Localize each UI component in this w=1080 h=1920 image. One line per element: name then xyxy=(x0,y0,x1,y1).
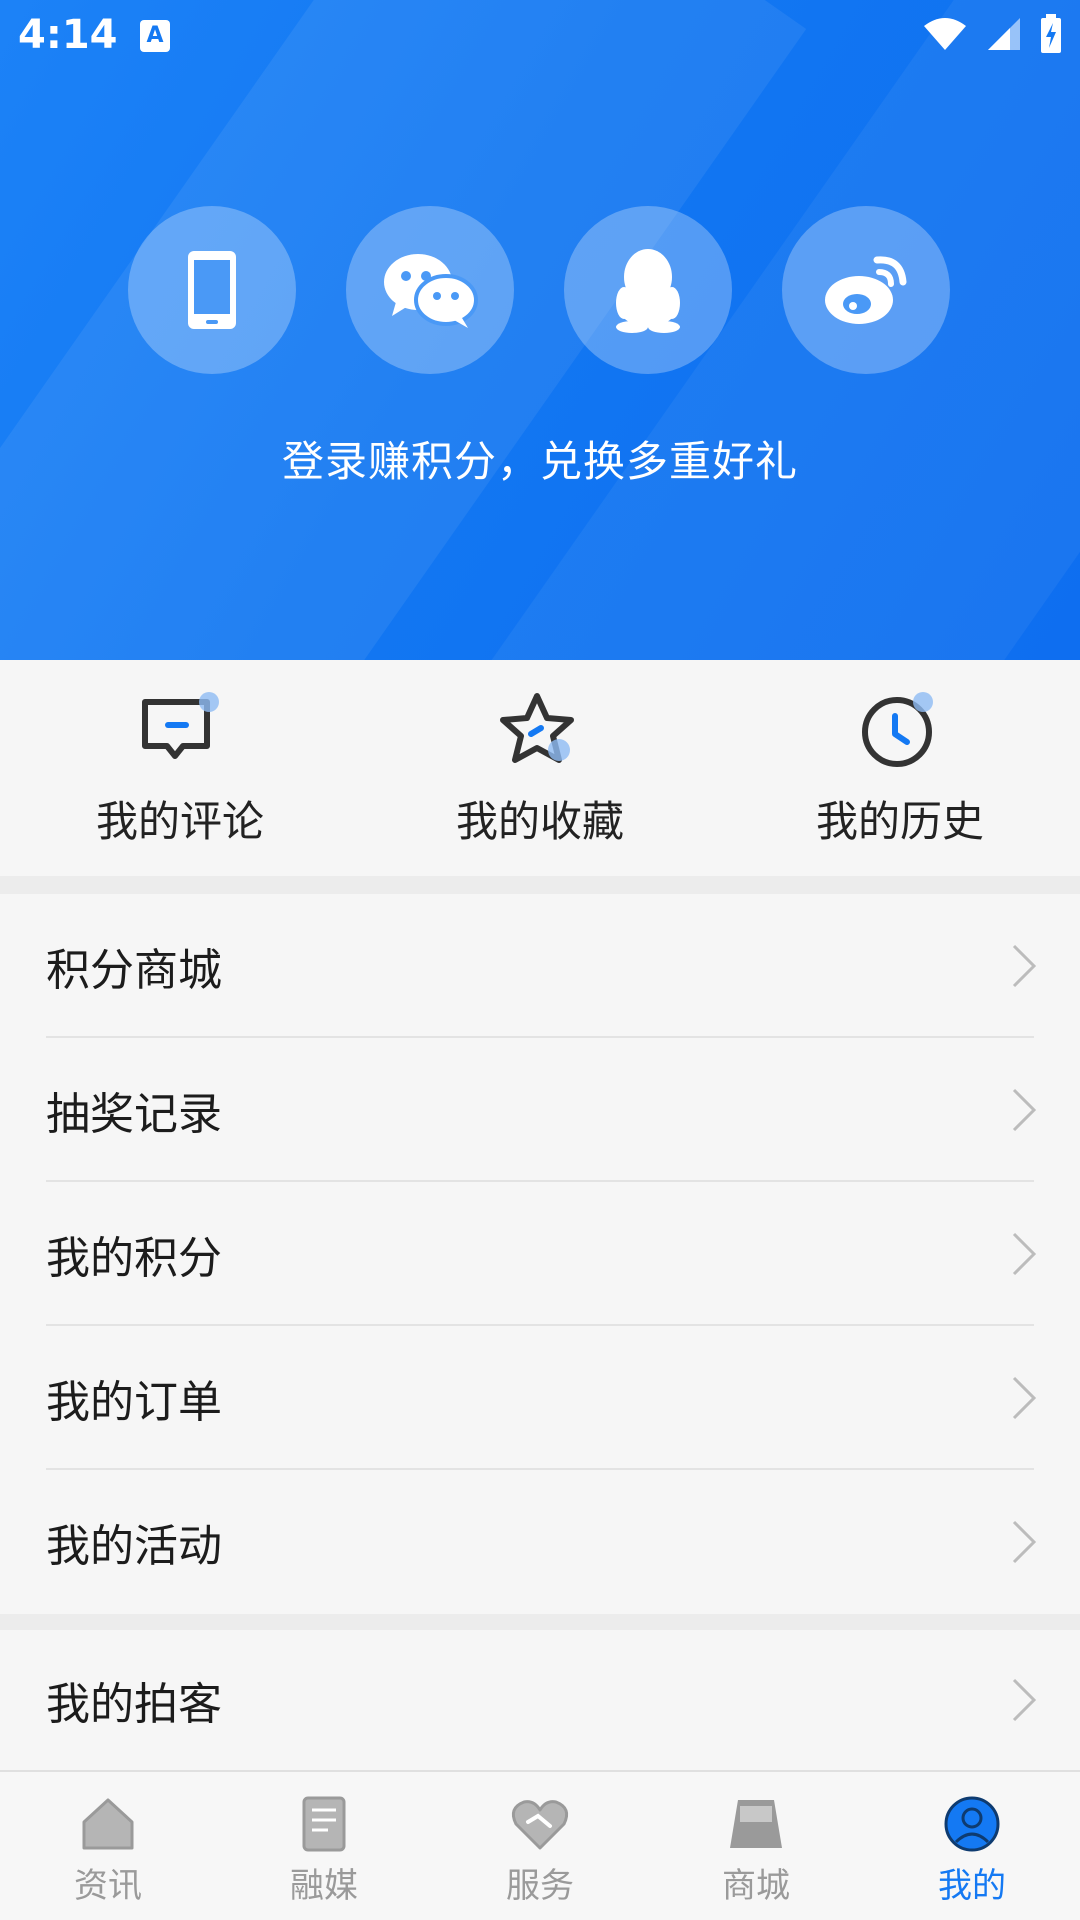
wifi-icon xyxy=(924,18,966,50)
qa-label: 我的评论 xyxy=(95,797,264,846)
login-options xyxy=(128,206,952,374)
menu-item-label: 抽奖记录 xyxy=(46,1089,222,1140)
menu-item-label: 我的活动 xyxy=(46,1521,222,1572)
notification-icon: A xyxy=(140,20,170,52)
tab-label: 我的 xyxy=(938,1866,1006,1906)
home-icon xyxy=(82,1798,134,1850)
tab-label: 融媒 xyxy=(290,1866,358,1906)
signal-icon xyxy=(988,18,1020,50)
chevron-right-icon xyxy=(1012,1232,1037,1276)
document-icon xyxy=(302,1796,346,1852)
qq-icon xyxy=(616,249,680,333)
my-comments-button[interactable]: 我的评论 xyxy=(0,690,360,860)
quick-actions: 我的评论 我的收藏 我的历史 xyxy=(0,660,1080,876)
phone-login-button[interactable] xyxy=(128,206,296,374)
menu-item-my-points[interactable]: 我的积分 xyxy=(0,1182,1080,1326)
tab-media[interactable]: 融媒 xyxy=(216,1772,432,1920)
my-history-button[interactable]: 我的历史 xyxy=(720,690,1080,860)
menu-item-lottery-records[interactable]: 抽奖记录 xyxy=(0,1038,1080,1182)
qa-label: 我的历史 xyxy=(815,797,984,846)
heart-icon xyxy=(511,1800,569,1850)
star-icon xyxy=(500,693,574,763)
shop-icon xyxy=(730,1800,782,1848)
wechat-icon xyxy=(384,254,478,328)
menu-item-label: 我的订单 xyxy=(46,1377,222,1428)
chevron-right-icon xyxy=(1012,1678,1037,1722)
login-header: 4:14 A 登录赚积分，兑换多重好礼 xyxy=(0,0,1080,660)
menu-item-my-activities[interactable]: 我的活动 xyxy=(0,1470,1080,1614)
menu-item-label: 我的积分 xyxy=(46,1233,222,1284)
bottom-tab-bar: 资讯 融媒 服务 商城 我的 xyxy=(0,1770,1080,1920)
menu-item-my-paike[interactable]: 我的拍客 xyxy=(0,1630,1080,1770)
status-icons xyxy=(922,14,1062,54)
chevron-right-icon xyxy=(1012,1088,1037,1132)
my-favorites-button[interactable]: 我的收藏 xyxy=(360,690,720,860)
battery-icon xyxy=(1041,14,1061,53)
clock-icon xyxy=(862,692,933,767)
tab-label: 资讯 xyxy=(74,1866,142,1906)
tab-services[interactable]: 服务 xyxy=(432,1772,648,1920)
menu-list: 积分商城 抽奖记录 我的积分 我的订单 我的活动 xyxy=(0,894,1080,1614)
tab-label: 商城 xyxy=(722,1866,790,1906)
phone-icon xyxy=(188,251,236,329)
chevron-right-icon xyxy=(1012,1376,1037,1420)
tab-label: 服务 xyxy=(506,1866,574,1906)
qa-label: 我的收藏 xyxy=(455,797,624,846)
comment-icon xyxy=(142,692,219,759)
menu-item-points-mall[interactable]: 积分商城 xyxy=(0,894,1080,1038)
status-bar: 4:14 A xyxy=(0,0,1080,76)
tab-news[interactable]: 资讯 xyxy=(0,1772,216,1920)
menu-item-label: 我的拍客 xyxy=(46,1679,222,1730)
tab-mall[interactable]: 商城 xyxy=(648,1772,864,1920)
section-gap xyxy=(0,876,1080,894)
login-tip: 登录赚积分，兑换多重好礼 xyxy=(281,437,798,486)
profile-icon xyxy=(944,1796,1000,1852)
qq-login-button[interactable] xyxy=(564,206,732,374)
weibo-icon xyxy=(825,256,907,324)
menu-item-label: 积分商城 xyxy=(46,945,222,996)
wechat-login-button[interactable] xyxy=(346,206,514,374)
tab-mine[interactable]: 我的 xyxy=(864,1772,1080,1920)
status-time: 4:14 xyxy=(18,12,118,58)
menu-item-my-orders[interactable]: 我的订单 xyxy=(0,1326,1080,1470)
chevron-right-icon xyxy=(1012,944,1037,988)
weibo-login-button[interactable] xyxy=(782,206,950,374)
menu-list-secondary: 我的拍客 xyxy=(0,1630,1080,1770)
chevron-right-icon xyxy=(1012,1520,1037,1564)
